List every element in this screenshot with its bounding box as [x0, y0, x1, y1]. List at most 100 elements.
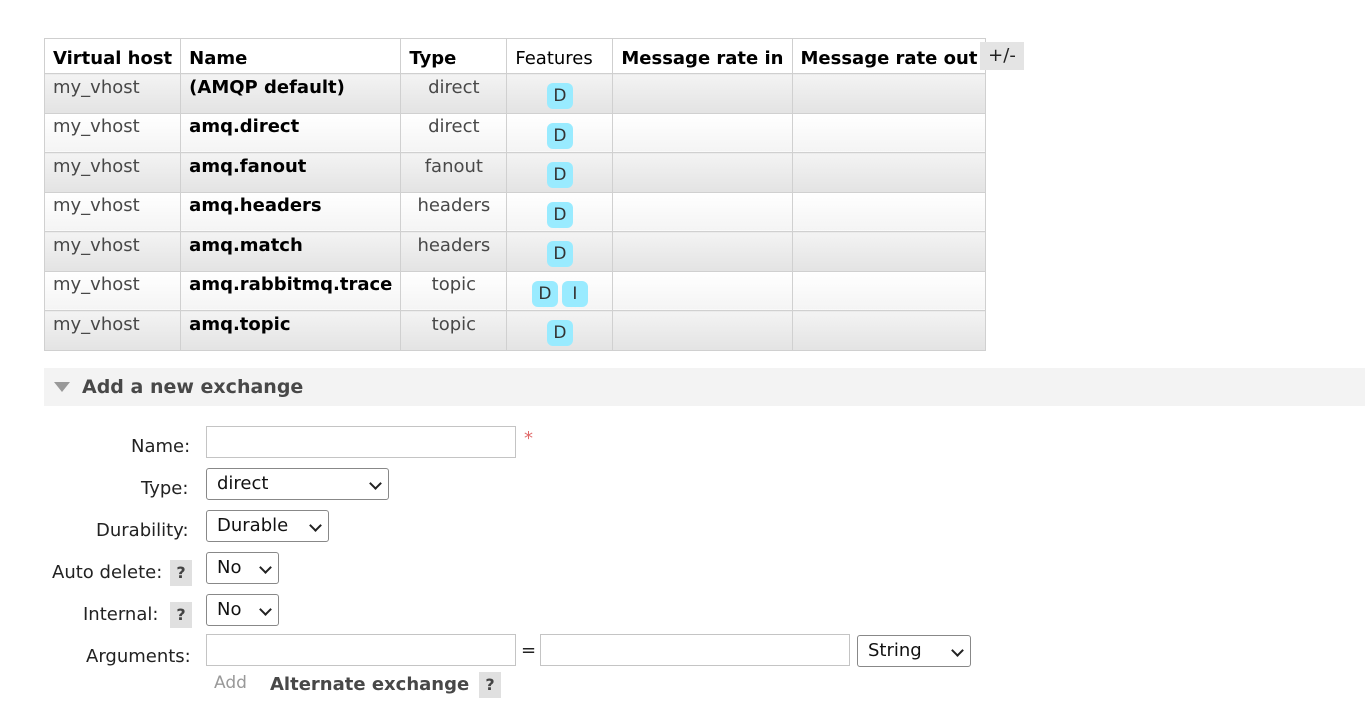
exchange-name-link[interactable]: amq.fanout: [180, 152, 402, 193]
exchange-name-link[interactable]: amq.direct: [180, 112, 402, 153]
rate-in-cell: [612, 112, 793, 153]
type-cell: topic: [400, 310, 508, 351]
column-header-rate-in[interactable]: Message rate in: [612, 38, 793, 74]
feature-badge: D: [546, 201, 573, 228]
alternate-exchange-link[interactable]: Alternate exchange: [270, 674, 469, 695]
type-label: Type:: [141, 478, 189, 499]
add-exchange-section-header[interactable]: Add a new exchange: [44, 368, 1365, 406]
internal-value: No: [217, 599, 242, 620]
table-row: my_vhost amq.fanout fanout D: [43, 152, 987, 193]
vhost-cell: my_vhost: [43, 310, 182, 351]
vhost-cell-text: my_vhost: [53, 274, 140, 296]
type-cell-text: fanout: [424, 155, 483, 177]
features-cell: D: [506, 191, 614, 232]
required-mark: *: [524, 428, 533, 449]
type-cell: direct: [400, 73, 508, 114]
column-header-rate-out[interactable]: Message rate out: [791, 38, 987, 74]
table-row: my_vhost amq.match headers D: [43, 231, 987, 272]
table-row: my_vhost amq.rabbitmq.trace topic D I: [43, 270, 987, 311]
vhost-cell: my_vhost: [43, 73, 182, 114]
table-header-row: Virtual host Name Type Features Message …: [43, 38, 987, 74]
exchange-name-link-text[interactable]: (AMQP default): [189, 77, 392, 98]
exchange-name-link[interactable]: amq.match: [180, 231, 402, 272]
auto-delete-select[interactable]: No: [206, 552, 279, 584]
type-cell-text: headers: [417, 195, 491, 217]
rate-out-cell: [791, 152, 987, 193]
vhost-cell-text: my_vhost: [53, 155, 140, 177]
rate-out-cell: [791, 231, 987, 272]
rate-out-cell: [791, 310, 987, 351]
vhost-cell: my_vhost: [43, 270, 182, 311]
chevron-down-icon: [951, 644, 964, 657]
feature-badge: D: [546, 320, 573, 347]
argument-key-input[interactable]: [206, 634, 516, 666]
chevron-down-icon: [259, 561, 272, 574]
rate-in-cell: [612, 191, 793, 232]
vhost-cell-text: my_vhost: [53, 116, 140, 138]
column-header-vhost[interactable]: Virtual host: [43, 38, 182, 74]
features-cell: D: [506, 112, 614, 153]
exchange-name-link-text[interactable]: amq.rabbitmq.trace: [189, 274, 392, 295]
exchange-name-link-text[interactable]: amq.direct: [189, 116, 392, 137]
exchange-name-link[interactable]: amq.rabbitmq.trace: [180, 270, 402, 311]
argument-type-select[interactable]: String: [857, 635, 971, 667]
column-header-name[interactable]: Name: [180, 38, 402, 74]
vhost-cell-text: my_vhost: [53, 76, 140, 98]
rate-in-cell: [612, 231, 793, 272]
durability-value: Durable: [217, 515, 289, 536]
argument-value-input[interactable]: [540, 634, 850, 666]
features-cell: D: [506, 152, 614, 193]
vhost-cell-text: my_vhost: [53, 195, 140, 217]
durability-select[interactable]: Durable: [206, 510, 329, 542]
exchanges-table: Virtual host Name Type Features Message …: [43, 38, 987, 351]
exchange-type-select[interactable]: direct: [206, 468, 389, 500]
add-exchange-title: Add a new exchange: [82, 376, 304, 398]
add-argument-link[interactable]: Add: [214, 673, 247, 693]
exchange-type-value: direct: [217, 473, 269, 494]
rate-in-cell: [612, 310, 793, 351]
exchange-name-input[interactable]: [206, 426, 516, 458]
columns-toggle-button[interactable]: +/-: [980, 42, 1024, 70]
internal-select[interactable]: No: [206, 594, 279, 626]
type-cell-text: direct: [428, 76, 480, 98]
vhost-cell: my_vhost: [43, 231, 182, 272]
type-cell: headers: [400, 191, 508, 232]
vhost-cell: my_vhost: [43, 112, 182, 153]
rate-out-cell: [791, 191, 987, 232]
column-header-type[interactable]: Type: [400, 38, 508, 74]
vhost-cell-text: my_vhost: [53, 234, 140, 256]
type-cell-text: topic: [431, 274, 477, 296]
auto-delete-value: No: [217, 557, 242, 578]
chevron-down-icon: [259, 603, 272, 616]
exchange-name-link-text[interactable]: amq.topic: [189, 314, 392, 335]
vhost-cell-text: my_vhost: [53, 313, 140, 335]
type-cell: direct: [400, 112, 508, 153]
type-cell: topic: [400, 270, 508, 311]
type-cell-text: headers: [417, 234, 491, 256]
rate-out-cell: [791, 73, 987, 114]
internal-help-button[interactable]: ?: [170, 602, 192, 628]
durability-label: Durability:: [96, 520, 189, 541]
vhost-cell: my_vhost: [43, 152, 182, 193]
table-row: my_vhost amq.direct direct D: [43, 112, 987, 153]
auto-delete-help-button[interactable]: ?: [170, 560, 192, 586]
type-cell: headers: [400, 231, 508, 272]
feature-badge: D: [546, 83, 573, 110]
name-label: Name:: [131, 436, 191, 457]
exchange-rows: my_vhost (AMQP default) direct Dmy_vhost amq…: [43, 73, 987, 351]
table-row: my_vhost amq.headers headers D: [43, 191, 987, 232]
chevron-down-icon: [369, 477, 382, 490]
alternate-exchange-help-button[interactable]: ?: [479, 672, 501, 698]
type-cell-text: topic: [431, 313, 477, 335]
rate-out-cell: [791, 112, 987, 153]
feature-badge: D: [546, 241, 573, 268]
exchange-name-link[interactable]: amq.headers: [180, 191, 402, 232]
exchange-name-link-text[interactable]: amq.fanout: [189, 156, 392, 177]
features-cell: DI: [506, 270, 614, 311]
exchange-name-link-text[interactable]: amq.headers: [189, 195, 392, 216]
internal-label: Internal:: [83, 604, 159, 625]
exchange-name-link-text[interactable]: amq.match: [189, 235, 392, 256]
exchange-name-link[interactable]: (AMQP default): [180, 73, 402, 114]
exchange-name-link[interactable]: amq.topic: [180, 310, 402, 351]
argument-type-value: String: [868, 640, 922, 661]
